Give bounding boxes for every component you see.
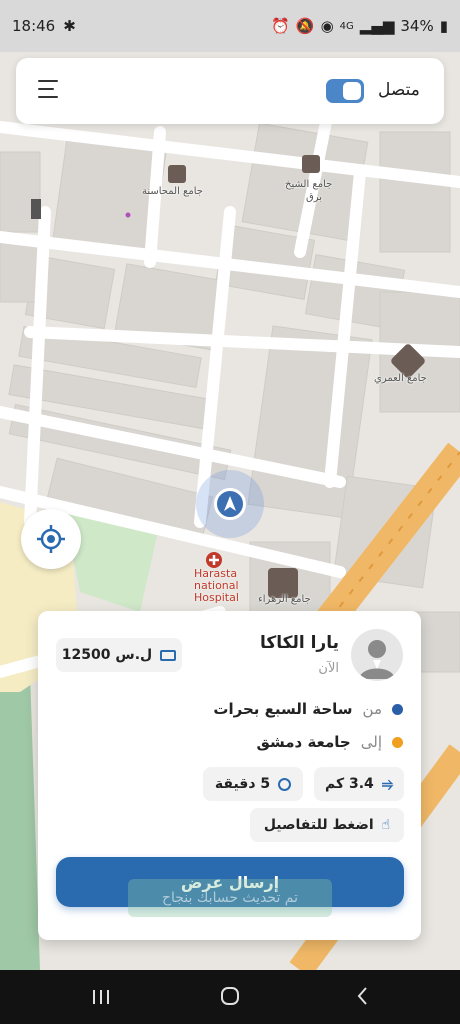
route-icon: ⥤ <box>381 776 394 792</box>
home-button[interactable] <box>221 987 239 1005</box>
person-icon <box>359 640 395 679</box>
status-bar: 18:46 ✱ ⏰ 🔕 ◉ 4G ▂▄▆ 34% ▮ <box>0 0 460 52</box>
dropoff-location: جامعة دمشق <box>256 733 351 751</box>
success-toast: تم تحديث حسابك بنجاح <box>128 879 332 917</box>
dropoff-prefix: إلى <box>360 733 382 751</box>
menu-icon[interactable] <box>38 80 62 100</box>
back-button[interactable] <box>354 984 370 1008</box>
top-bar: متصل <box>16 58 444 124</box>
alarm-icon: ⏰ <box>271 17 290 35</box>
pickup-location: ساحة السبع بحرات <box>213 700 353 718</box>
clock-icon <box>278 777 292 791</box>
signal-icon: ▂▄▆ <box>359 17 395 35</box>
distance-text: 3.4 كم <box>325 776 374 792</box>
fan-icon: ✱ <box>63 17 76 35</box>
crosshair-icon <box>37 525 65 553</box>
toggle-knob <box>343 82 361 100</box>
map-label-mosque-sheikh-1: جامع الشيخ <box>285 179 333 190</box>
status-time: 18:46 <box>12 17 56 35</box>
recent-apps-icon <box>93 990 109 1004</box>
map-label-mosque-zahraa: جامع الزهراء <box>258 594 311 605</box>
map-label-mosque-omari: جامع العمري <box>374 373 427 384</box>
network-label: 4G <box>339 20 354 32</box>
online-label: متصل <box>378 80 420 100</box>
recent-apps-button[interactable] <box>86 986 116 1008</box>
status-left: 18:46 ✱ <box>12 17 76 35</box>
map-label-mosque-mahasna: جامع المحاسنة <box>142 186 203 197</box>
request-time: الآن <box>318 661 339 676</box>
status-right: ⏰ 🔕 ◉ 4G ▂▄▆ 34% ▮ <box>271 17 448 35</box>
price-chip: 12500 ل.س <box>56 638 182 672</box>
pickup-dot-icon <box>392 703 403 715</box>
distance-chip: ⥤ 3.4 كم <box>314 767 404 801</box>
system-nav-bar <box>0 970 460 1024</box>
online-toggle[interactable] <box>326 79 364 103</box>
current-location-marker <box>196 470 264 538</box>
map-label-hospital: Harasta national Hospital <box>194 568 239 604</box>
pickup-row: من ساحة السبع بحرات <box>213 698 403 720</box>
hospital-line-3: Hospital <box>194 591 239 604</box>
details-text: اضغط للتفاصيل <box>263 817 374 833</box>
battery-icon: ▮ <box>439 17 448 35</box>
details-chip[interactable]: ☝ اضغط للتفاصيل <box>250 808 404 842</box>
rider-avatar <box>351 629 403 681</box>
pickup-prefix: من <box>362 700 382 718</box>
back-icon <box>357 987 367 1005</box>
price-text: 12500 ل.س <box>61 647 153 663</box>
battery-text: 34% <box>400 17 434 35</box>
map-label-mosque-sheikh-2: برق <box>306 192 323 203</box>
duration-text: 5 دقيقة <box>214 776 271 792</box>
dropoff-row: إلى جامعة دمشق <box>256 731 403 753</box>
hotspot-icon: ◉ <box>320 17 334 35</box>
navigation-arrow-icon <box>214 488 246 520</box>
mute-icon: 🔕 <box>295 17 315 35</box>
cash-icon <box>160 649 177 661</box>
duration-chip: 5 دقيقة <box>203 767 303 801</box>
locate-me-button[interactable] <box>21 509 81 569</box>
tap-icon: ☝ <box>381 817 391 833</box>
rider-name: يارا الكاكا <box>259 633 339 653</box>
ride-request-card: يارا الكاكا الآن 12500 ل.س من ساحة السبع… <box>38 611 421 940</box>
dropoff-dot-icon <box>392 736 403 748</box>
